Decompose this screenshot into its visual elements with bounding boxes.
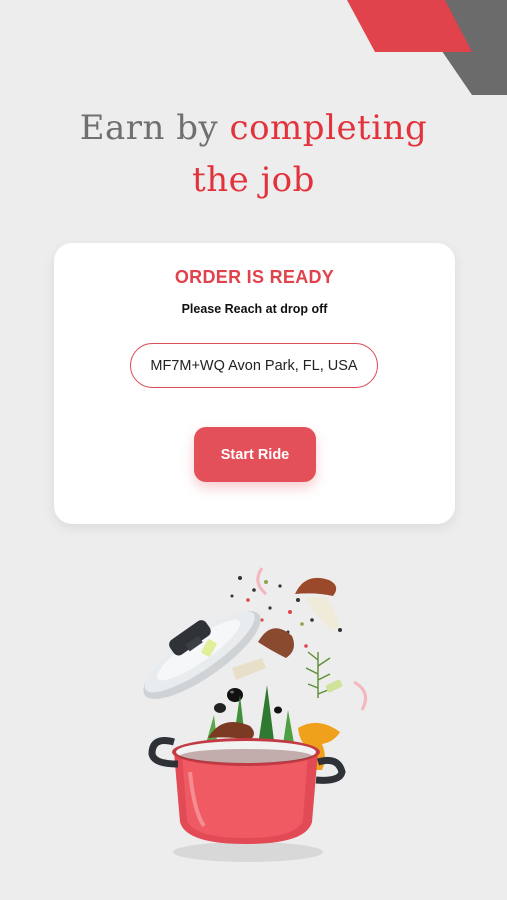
headline: Earn by completing the job: [0, 102, 507, 206]
dropoff-address-field[interactable]: [130, 343, 378, 388]
order-card: ORDER IS READY Please Reach at drop off …: [54, 243, 455, 524]
headline-accent-text: completing: [229, 108, 428, 148]
cooking-pot-illustration: [143, 567, 368, 862]
headline-plain-text: Earn by: [79, 108, 230, 148]
corner-decoration: [347, 0, 507, 95]
start-ride-button[interactable]: Start Ride: [194, 427, 316, 482]
order-status-title: ORDER IS READY: [174, 267, 335, 287]
headline-accent-text-line2: the job: [192, 160, 315, 200]
order-instruction-text: Please Reach at drop off: [181, 302, 328, 316]
